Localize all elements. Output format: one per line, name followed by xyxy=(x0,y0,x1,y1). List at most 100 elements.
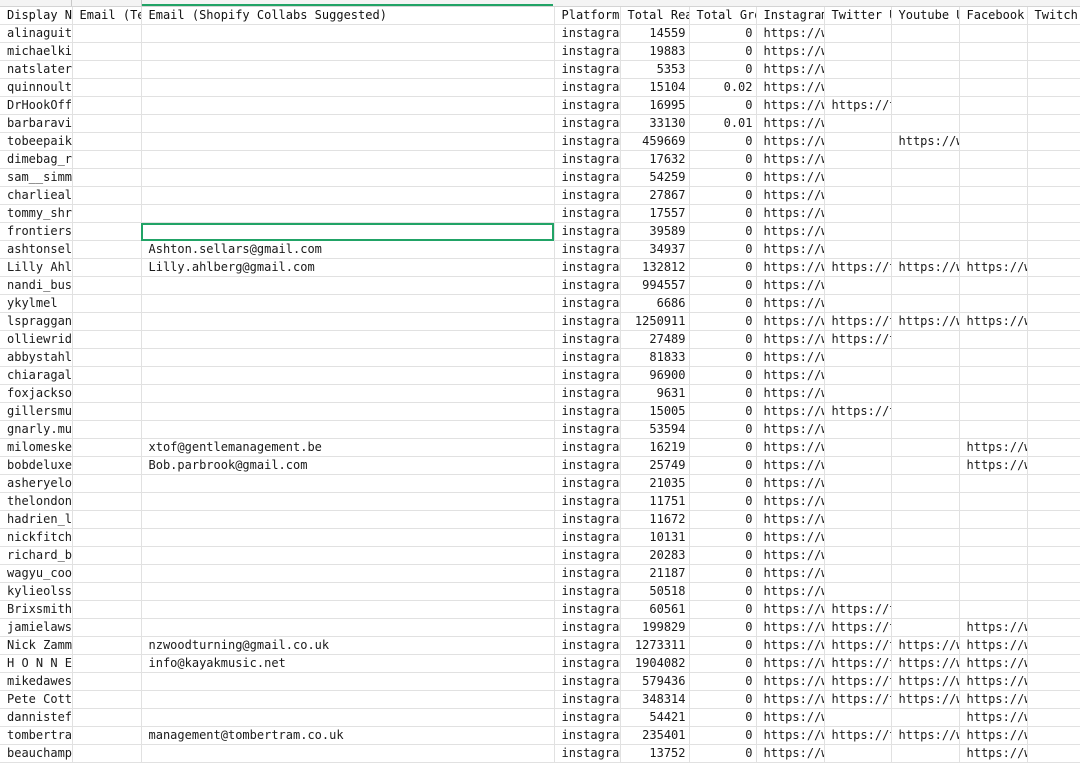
cell-total-growth[interactable]: 0 xyxy=(689,276,757,295)
cell-total-reach[interactable]: 50518 xyxy=(620,582,690,601)
cell-display-name[interactable]: abbystahlschmidt xyxy=(0,348,73,367)
cell-total-reach[interactable]: 199829 xyxy=(620,618,690,637)
cell-youtube-url[interactable] xyxy=(891,294,960,313)
cell-email-collabs[interactable]: xtof@gentlemanagement.be xyxy=(141,438,555,457)
cell-instagram-url[interactable]: https://www.instagram.com/nandi_bushell xyxy=(756,276,825,295)
cell-twitter-url[interactable] xyxy=(824,546,892,565)
cell-twitter-url[interactable] xyxy=(824,240,892,259)
cell-total-growth[interactable]: 0 xyxy=(689,564,757,583)
cell-instagram-url[interactable]: https://www. xyxy=(756,312,825,331)
cell-email-team[interactable] xyxy=(72,654,142,673)
cell-email-collabs[interactable] xyxy=(141,42,555,61)
cell-youtube-url[interactable] xyxy=(891,24,960,43)
cell-twitch-url[interactable] xyxy=(1027,438,1080,457)
cell-display-name[interactable]: beauchampclassicalguitars xyxy=(0,744,73,763)
cell-email-collabs[interactable] xyxy=(141,690,555,709)
cell-twitter-url[interactable] xyxy=(824,474,892,493)
cell-email-team[interactable] xyxy=(72,636,142,655)
cell-display-name[interactable]: asheryelo xyxy=(0,474,73,493)
cell-total-growth[interactable]: 0 xyxy=(689,528,757,547)
cell-twitter-url[interactable] xyxy=(824,348,892,367)
cell-total-reach[interactable]: 21187 xyxy=(620,564,690,583)
cell-facebook-url[interactable] xyxy=(959,474,1028,493)
cell-total-growth[interactable]: 0 xyxy=(689,24,757,43)
cell-total-reach[interactable]: 25749 xyxy=(620,456,690,475)
cell-total-reach[interactable]: 17557 xyxy=(620,204,690,223)
cell-instagram-url[interactable]: https://www.instagram.com/wagyu_cooking_… xyxy=(756,564,825,583)
cell-twitter-url[interactable] xyxy=(824,564,892,583)
cell-email-team[interactable] xyxy=(72,690,142,709)
cell-email-team[interactable] xyxy=(72,672,142,691)
cell-facebook-url[interactable] xyxy=(959,24,1028,43)
cell-twitter-url[interactable]: https://twitter.com/Brixsmithstart xyxy=(824,600,892,619)
cell-facebook-url[interactable]: https://www.facebook.com xyxy=(959,726,1028,745)
cell-facebook-url[interactable] xyxy=(959,150,1028,169)
cell-twitch-url[interactable] xyxy=(1027,78,1080,97)
cell-display-name[interactable]: sam__simmonds xyxy=(0,168,73,187)
cell-twitter-url[interactable] xyxy=(824,204,892,223)
cell-display-name[interactable]: tobeepaik xyxy=(0,132,73,151)
cell-email-team[interactable] xyxy=(72,708,142,727)
cell-facebook-url[interactable] xyxy=(959,204,1028,223)
cell-instagram-url[interactable]: https://www.instagram.com/quinnoulton xyxy=(756,78,825,97)
cell-facebook-url[interactable] xyxy=(959,420,1028,439)
cell-platforms[interactable]: instagram xyxy=(554,24,621,43)
cell-platforms[interactable]: instagram xyxy=(554,294,621,313)
cell-display-name[interactable]: DrHookOfficial xyxy=(0,96,73,115)
cell-display-name[interactable]: hadrien_luke xyxy=(0,510,73,529)
cell-platforms[interactable]: instagram xyxy=(554,42,621,61)
cell-display-name[interactable]: frontiersmusicsrl xyxy=(0,222,73,241)
cell-display-name[interactable]: olliewride xyxy=(0,330,73,349)
cell-instagram-url[interactable]: https://www.instagram.com/tommy_shredz xyxy=(756,204,825,223)
cell-platforms[interactable]: instagram xyxy=(554,60,621,79)
cell-twitch-url[interactable] xyxy=(1027,582,1080,601)
cell-email-team[interactable] xyxy=(72,114,142,133)
cell-email-team[interactable] xyxy=(72,618,142,637)
cell-twitch-url[interactable] xyxy=(1027,168,1080,187)
header-cell-youtube-url[interactable]: Youtube URL xyxy=(891,7,960,25)
cell-total-growth[interactable]: 0 xyxy=(689,132,757,151)
cell-email-collabs[interactable] xyxy=(141,420,555,439)
cell-total-growth[interactable]: 0 xyxy=(689,240,757,259)
cell-total-growth[interactable]: 0 xyxy=(689,546,757,565)
cell-display-name[interactable]: dimebag_rig_project xyxy=(0,150,73,169)
cell-total-reach[interactable]: 53594 xyxy=(620,420,690,439)
cell-facebook-url[interactable] xyxy=(959,42,1028,61)
cell-total-growth[interactable]: 0 xyxy=(689,600,757,619)
cell-display-name[interactable]: H O N N E xyxy=(0,654,73,673)
cell-instagram-url[interactable]: https://www.instagram.com/thelondonguita… xyxy=(756,492,825,511)
cell-platforms[interactable]: instagram xyxy=(554,78,621,97)
cell-twitter-url[interactable] xyxy=(824,24,892,43)
cell-instagram-url[interactable]: https://www.instagram.com/foxjackson xyxy=(756,384,825,403)
header-cell-total-reach[interactable]: Total Reach xyxy=(620,7,690,25)
cell-twitter-url[interactable] xyxy=(824,744,892,763)
cell-twitch-url[interactable] xyxy=(1027,312,1080,331)
cell-twitch-url[interactable] xyxy=(1027,528,1080,547)
cell-twitch-url[interactable] xyxy=(1027,510,1080,529)
cell-platforms[interactable]: instagram xyxy=(554,384,621,403)
cell-total-growth[interactable]: 0 xyxy=(689,474,757,493)
cell-youtube-url[interactable]: https://www. xyxy=(891,672,960,691)
cell-display-name[interactable]: Lilly Ahlberg xyxy=(0,258,73,277)
cell-platforms[interactable]: instagram xyxy=(554,186,621,205)
cell-twitter-url[interactable] xyxy=(824,60,892,79)
cell-email-collabs[interactable] xyxy=(141,708,555,727)
cell-email-team[interactable] xyxy=(72,276,142,295)
cell-email-team[interactable] xyxy=(72,582,142,601)
cell-twitch-url[interactable] xyxy=(1027,726,1080,745)
cell-display-name[interactable]: Pete Cottrell xyxy=(0,690,73,709)
cell-youtube-url[interactable] xyxy=(891,150,960,169)
cell-email-team[interactable] xyxy=(72,168,142,187)
cell-email-collabs[interactable] xyxy=(141,582,555,601)
cell-facebook-url[interactable]: https://www.facebook.com xyxy=(959,456,1028,475)
cell-display-name[interactable]: dannistefanetti xyxy=(0,708,73,727)
cell-twitch-url[interactable] xyxy=(1027,672,1080,691)
cell-platforms[interactable]: instagram xyxy=(554,168,621,187)
cell-facebook-url[interactable] xyxy=(959,564,1028,583)
cell-twitter-url[interactable]: https://tw xyxy=(824,672,892,691)
cell-youtube-url[interactable]: https://www.youtube.com/channel xyxy=(891,132,960,151)
cell-facebook-url[interactable] xyxy=(959,132,1028,151)
cell-instagram-url[interactable]: https://www.instagram.com/abbystahlschmi… xyxy=(756,348,825,367)
cell-youtube-url[interactable] xyxy=(891,78,960,97)
cell-total-reach[interactable]: 27867 xyxy=(620,186,690,205)
